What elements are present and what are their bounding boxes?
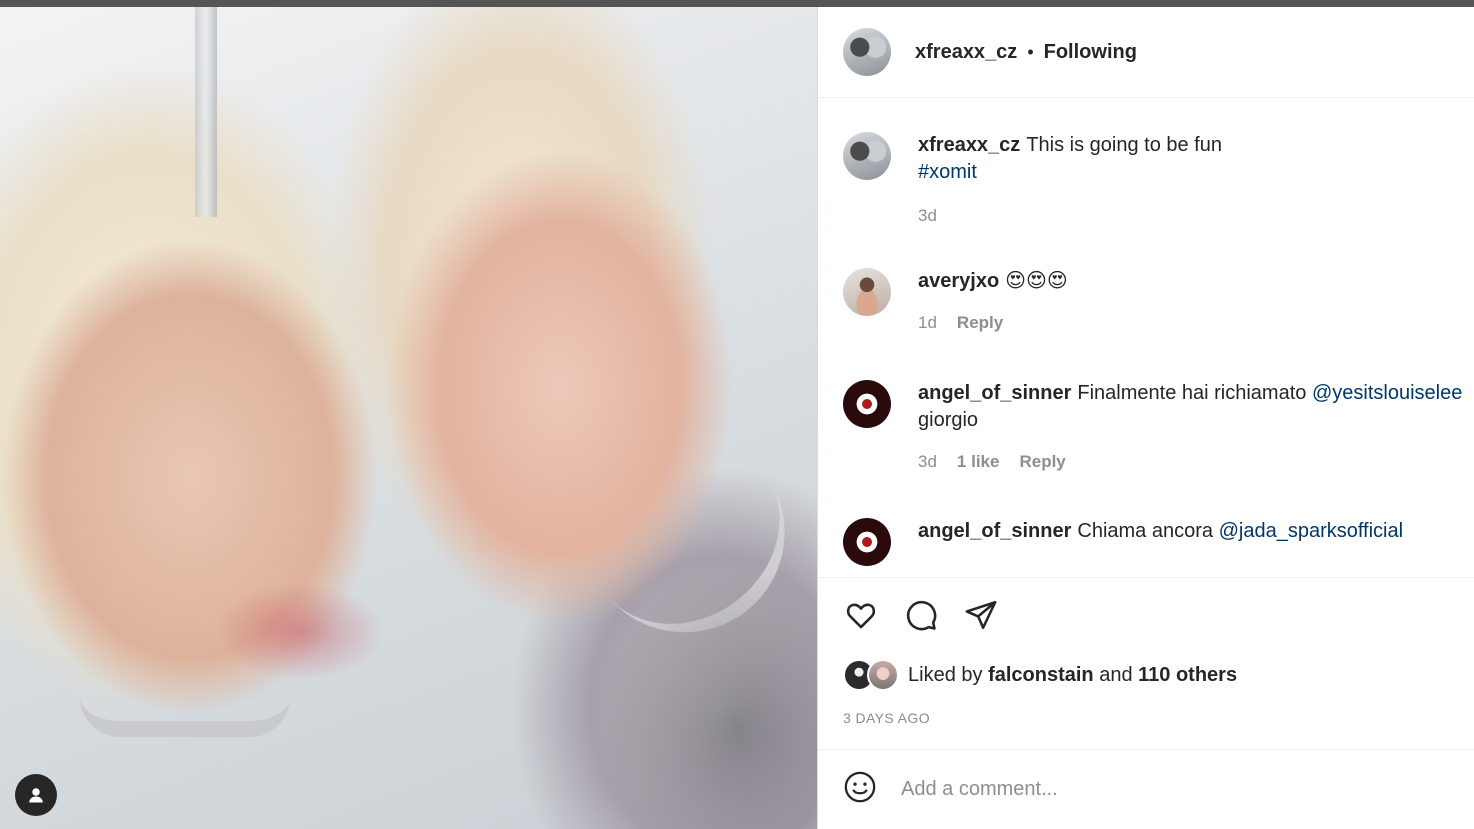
caption-username[interactable]: xfreaxx_cz [918, 134, 1020, 156]
comment-text: Chiama ancora [1077, 520, 1214, 542]
photo-window-frame [195, 7, 217, 217]
comment-avatar[interactable] [843, 380, 891, 428]
heart-icon [846, 603, 876, 629]
comment-button[interactable] [903, 597, 939, 633]
comment-mention[interactable]: @jada_sparksofficial [1219, 520, 1403, 542]
post-timestamp[interactable]: 3 DAYS AGO [843, 710, 930, 726]
comment-item: averyjxo 😍😍😍 1d Reply [843, 268, 1474, 333]
caption-hashtag[interactable]: #xomit [918, 161, 977, 183]
comment-text-continued: giorgio [918, 409, 979, 431]
liker-username[interactable]: falconstain [988, 664, 1094, 686]
comment-likes[interactable]: 1 like [957, 452, 1000, 472]
likes-and: and [1099, 663, 1133, 686]
photo-tattoo [600, 567, 817, 829]
likes-others-link[interactable]: 110 others [1138, 664, 1237, 686]
comment-item: angel_of_sinner Chiama ancora @jada_spark… [843, 518, 1474, 566]
likes-prefix: Liked by [908, 663, 983, 686]
liker-avatars [843, 659, 903, 691]
share-button[interactable] [963, 597, 999, 633]
caption-text: This is going to be fun [1026, 134, 1222, 156]
comment-time[interactable]: 3d [918, 452, 937, 472]
post-actions [843, 597, 999, 633]
owner-avatar[interactable] [843, 28, 891, 76]
comment-avatar[interactable] [843, 518, 891, 566]
section-divider [818, 577, 1474, 578]
header-separator: • [1027, 41, 1034, 62]
comment-text: 😍😍😍 [1005, 270, 1068, 292]
caption: xfreaxx_cz This is going to be fun #xomit… [843, 132, 1474, 226]
comment-text: Finalmente hai richiamato [1077, 382, 1307, 404]
comment-mention[interactable]: @yesitslouiselee [1312, 382, 1462, 404]
post-photo [0, 7, 817, 829]
reply-button[interactable]: Reply [957, 313, 1003, 333]
comment-icon [906, 600, 937, 631]
liker-avatar[interactable] [867, 659, 899, 691]
emoji-button[interactable] [843, 770, 877, 809]
like-button[interactable] [843, 597, 879, 633]
post-sidebar: xfreaxx_cz • Following xfreaxx_cz This is… [817, 7, 1474, 829]
comment-input[interactable] [901, 778, 1421, 801]
comments-list[interactable]: xfreaxx_cz This is going to be fun #xomit… [818, 98, 1474, 578]
reply-button[interactable]: Reply [1019, 452, 1065, 472]
user-tag-icon [29, 788, 43, 803]
comment-username[interactable]: angel_of_sinner [918, 382, 1071, 404]
likes-summary: Liked by falconstain and 110 others [843, 659, 1237, 691]
comment-item: angel_of_sinner Finalmente hai richiamato… [843, 380, 1474, 472]
user-tag-button[interactable] [15, 774, 57, 816]
following-button[interactable]: Following [1044, 41, 1137, 64]
add-comment-bar [818, 749, 1474, 829]
caption-avatar[interactable] [843, 132, 891, 180]
comment-time[interactable]: 1d [918, 313, 937, 333]
comment-username[interactable]: angel_of_sinner [918, 520, 1071, 542]
likes-text: Liked by falconstain and 110 others [908, 664, 1237, 687]
post-header: xfreaxx_cz • Following [818, 7, 1474, 98]
emoji-icon [844, 771, 876, 803]
share-icon [965, 600, 997, 630]
photo-choker [80, 697, 290, 737]
comment-username[interactable]: averyjxo [918, 270, 999, 292]
background-strip [0, 0, 1474, 7]
caption-time[interactable]: 3d [918, 206, 937, 226]
owner-username[interactable]: xfreaxx_cz [915, 41, 1017, 64]
comment-avatar[interactable] [843, 268, 891, 316]
